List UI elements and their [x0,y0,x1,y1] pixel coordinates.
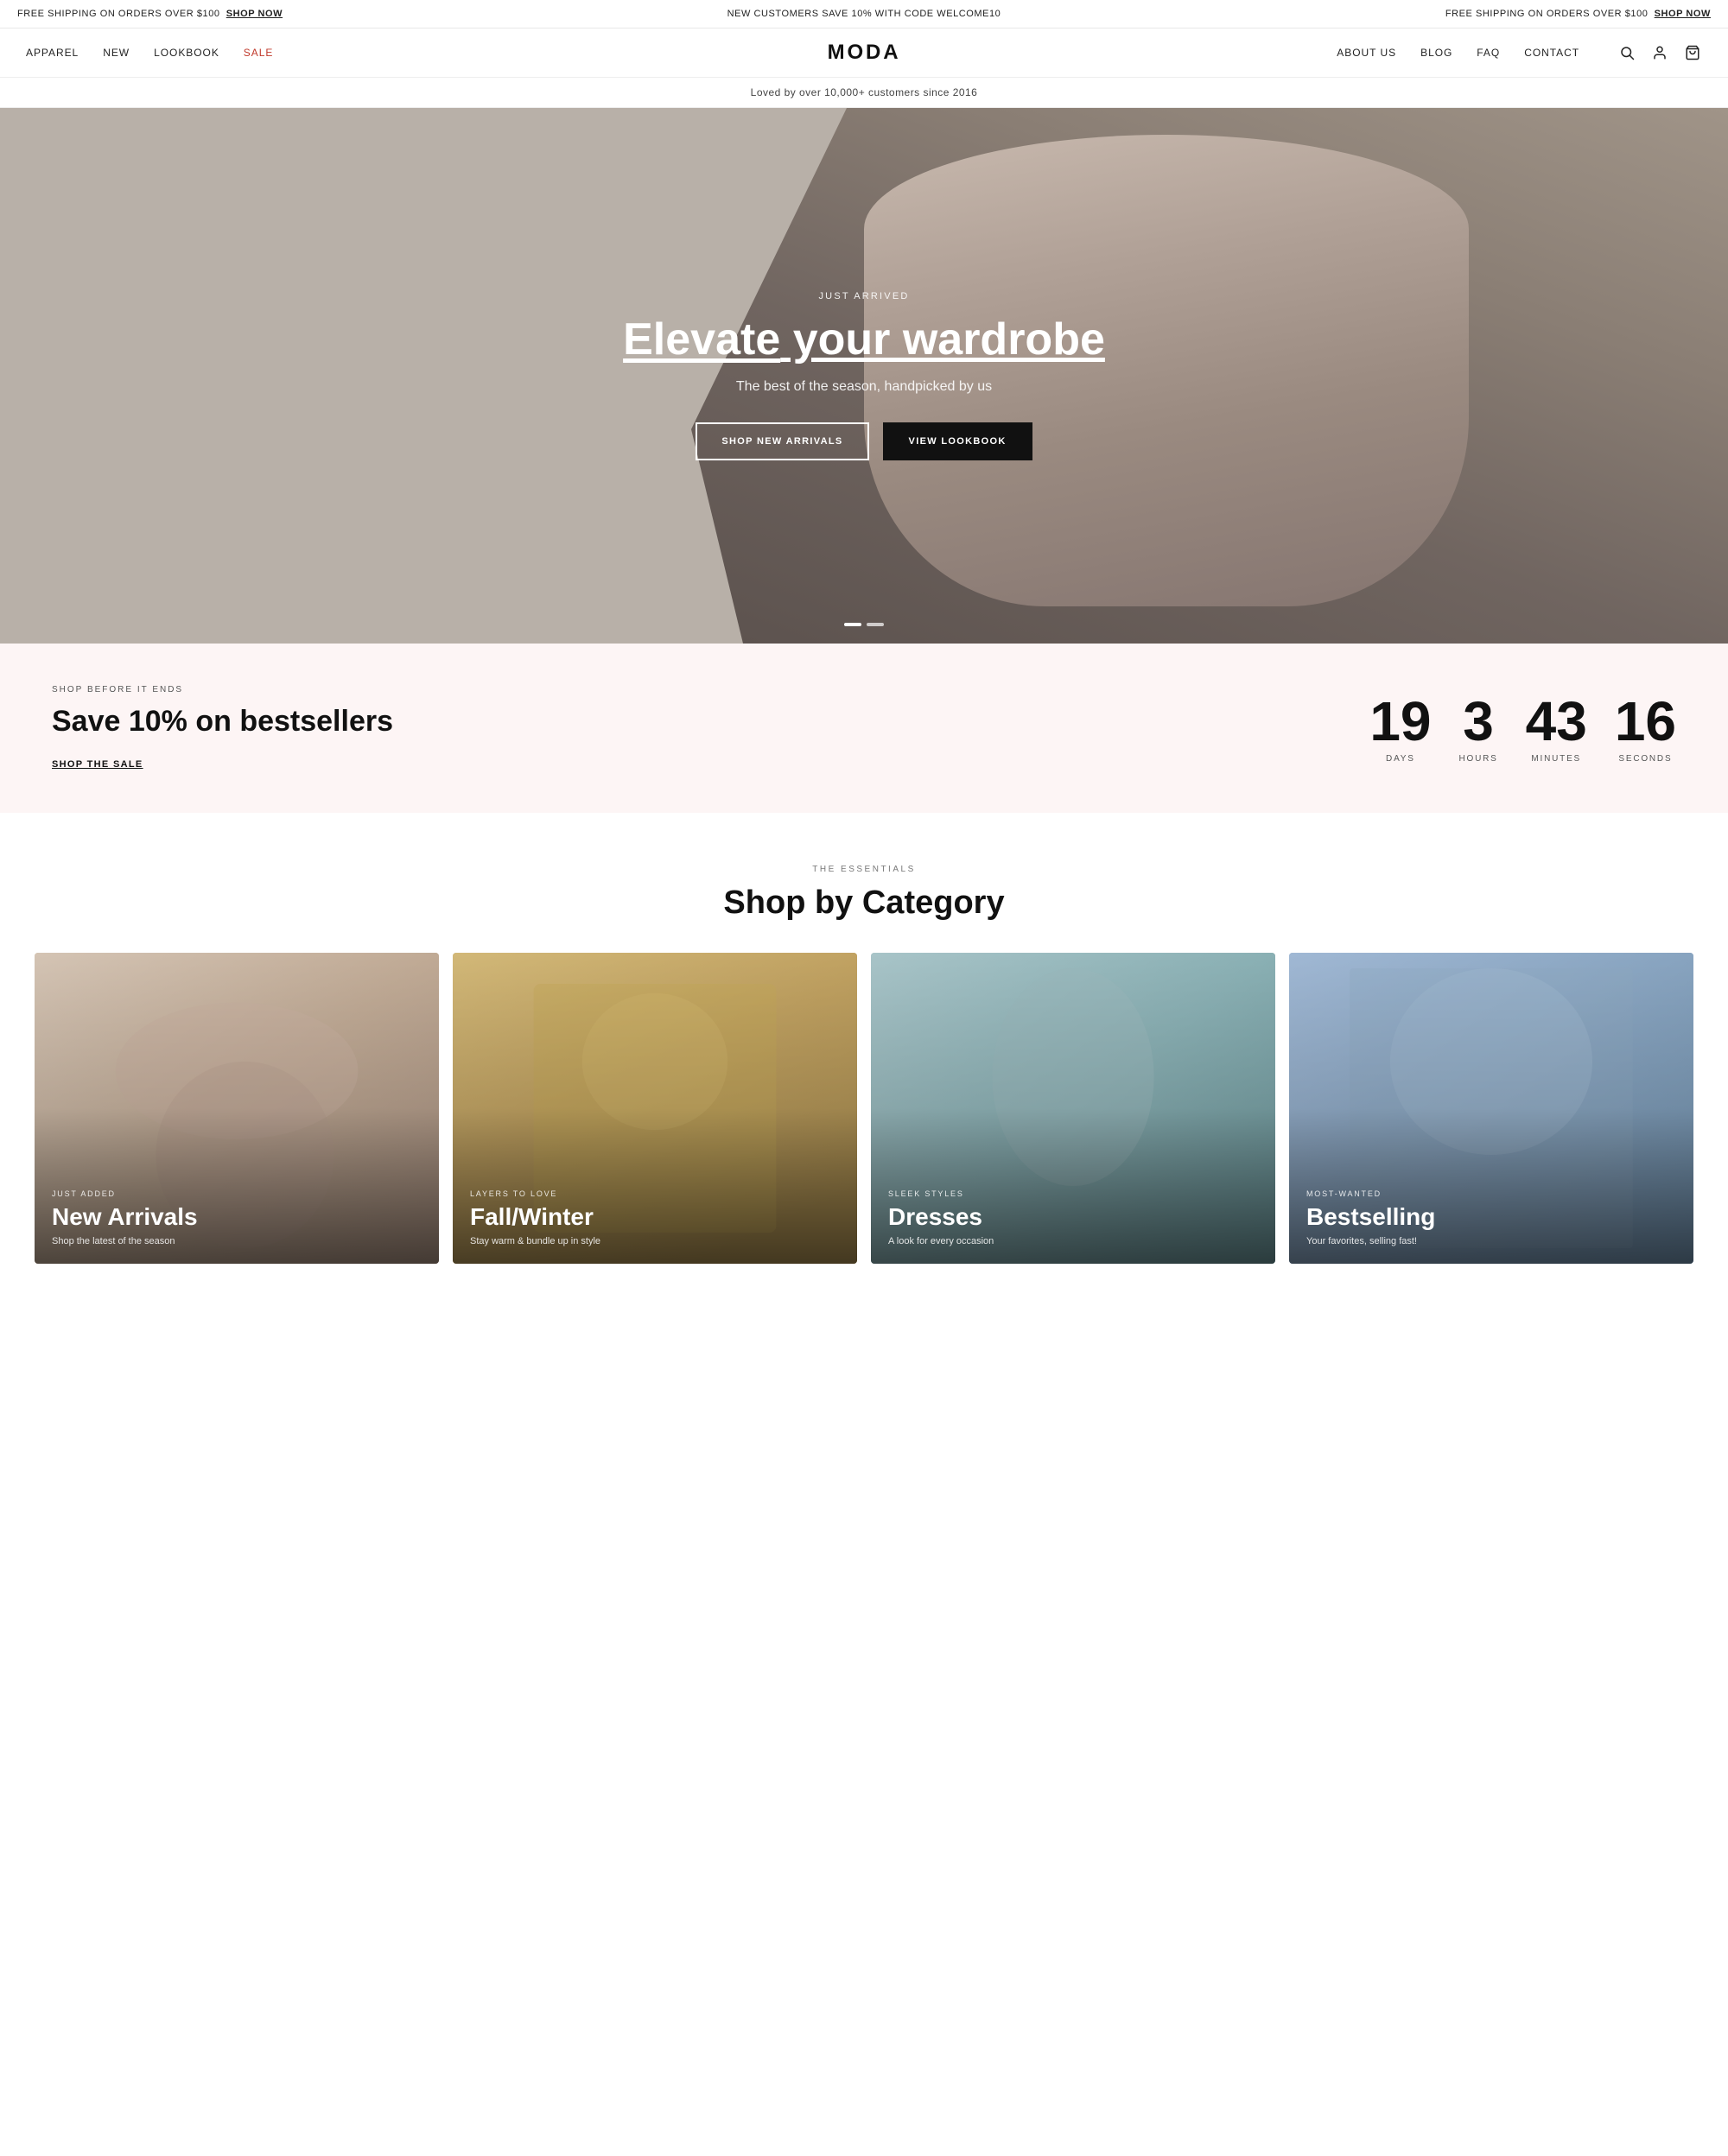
site-logo[interactable]: MODA [585,41,1144,65]
announcement-right-link[interactable]: SHOP NOW [1655,9,1711,19]
announcement-left: FREE SHIPPING ON ORDERS OVER $100 SHOP N… [17,9,581,19]
sub-banner-text: Loved by over 10,000+ customers since 20… [751,86,978,98]
announcement-right-text: FREE SHIPPING ON ORDERS OVER $100 [1445,9,1649,19]
countdown-days-label: DAYS [1369,754,1431,764]
countdown-minutes-label: MINUTES [1526,754,1587,764]
nav-faq[interactable]: FAQ [1477,47,1500,59]
countdown-hours-value: 3 [1459,694,1498,749]
nav-right-links: ABOUT US BLOG FAQ CONTACT [1143,43,1702,62]
sub-banner: Loved by over 10,000+ customers since 20… [0,78,1728,108]
category-section: THE ESSENTIALS Shop by Category [0,813,1728,1316]
announcement-left-text: FREE SHIPPING ON ORDERS OVER $100 [17,9,220,19]
hero-dots [844,623,884,626]
category-card-fall-winter[interactable]: LAYERS TO LOVE Fall/Winter Stay warm & b… [453,953,857,1264]
cart-icon[interactable] [1683,43,1702,62]
announcement-bar: FREE SHIPPING ON ORDERS OVER $100 SHOP N… [0,0,1728,29]
category-name-new-arrivals: New Arrivals [52,1203,422,1231]
category-card-bestselling[interactable]: MOST-WANTED Bestselling Your favorites, … [1289,953,1693,1264]
shop-new-arrivals-button[interactable]: SHOP NEW ARRIVALS [696,422,868,460]
nav-about[interactable]: ABOUT US [1337,47,1396,59]
countdown-hours: 3 HOURS [1459,694,1498,764]
countdown-hours-label: HOURS [1459,754,1498,764]
hero-buttons: SHOP NEW ARRIVALS VIEW LOOKBOOK [623,422,1105,460]
countdown-days: 19 DAYS [1369,694,1431,764]
category-name-fall-winter: Fall/Winter [470,1203,840,1231]
countdown: 19 DAYS 3 HOURS 43 MINUTES 16 SECONDS [1369,694,1676,764]
hero-title-rest: your wardrobe [780,314,1105,365]
nav-new[interactable]: NEW [103,47,130,59]
nav-left-links: APPAREL NEW LOOKBOOK SALE [26,47,585,59]
announcement-left-link[interactable]: SHOP NOW [226,9,283,19]
announcement-center-text: NEW CUSTOMERS SAVE 10% WITH CODE WELCOME… [727,9,1001,19]
search-icon[interactable] [1617,43,1636,62]
hero-dot-1[interactable] [844,623,861,626]
hero-title: Elevate your wardrobe [623,315,1105,365]
hero-title-underline: Elevate [623,314,780,365]
category-card-dresses[interactable]: SLEEK STYLES Dresses A look for every oc… [871,953,1275,1264]
countdown-minutes-value: 43 [1526,694,1587,749]
category-desc-new-arrivals: Shop the latest of the season [52,1236,422,1246]
sale-left: SHOP BEFORE IT ENDS Save 10% on bestsell… [52,685,393,771]
nav-contact[interactable]: CONTACT [1524,47,1579,59]
nav-apparel[interactable]: APPAREL [26,47,79,59]
category-section-title: Shop by Category [35,885,1693,922]
countdown-days-value: 19 [1369,694,1431,749]
category-grid: JUST ADDED New Arrivals Shop the latest … [35,953,1693,1264]
sale-section: SHOP BEFORE IT ENDS Save 10% on bestsell… [0,644,1728,813]
view-lookbook-button[interactable]: VIEW LOOKBOOK [883,422,1032,460]
category-name-dresses: Dresses [888,1203,1258,1231]
hero-dot-2[interactable] [867,623,884,626]
category-content-bestselling: MOST-WANTED Bestselling Your favorites, … [1306,1189,1676,1246]
countdown-seconds-value: 16 [1615,694,1676,749]
category-desc-dresses: A look for every occasion [888,1236,1258,1246]
account-icon[interactable] [1650,43,1669,62]
category-card-new-arrivals[interactable]: JUST ADDED New Arrivals Shop the latest … [35,953,439,1264]
hero-eyebrow: JUST ARRIVED [623,291,1105,301]
hero-subtitle: The best of the season, handpicked by us [623,379,1105,395]
hero-section: JUST ARRIVED Elevate your wardrobe The b… [0,108,1728,644]
category-eyebrow-dresses: SLEEK STYLES [888,1189,1258,1198]
category-content-fall-winter: LAYERS TO LOVE Fall/Winter Stay warm & b… [470,1189,840,1246]
sale-eyebrow: SHOP BEFORE IT ENDS [52,685,393,694]
main-nav: APPAREL NEW LOOKBOOK SALE MODA ABOUT US … [0,29,1728,78]
category-name-bestselling: Bestselling [1306,1203,1676,1231]
category-desc-fall-winter: Stay warm & bundle up in style [470,1236,840,1246]
nav-sale[interactable]: SALE [244,47,274,59]
category-eyebrow-fall-winter: LAYERS TO LOVE [470,1189,840,1198]
sale-title: Save 10% on bestsellers [52,705,393,739]
countdown-seconds: 16 SECONDS [1615,694,1676,764]
nav-lookbook[interactable]: LOOKBOOK [154,47,219,59]
category-eyebrow-bestselling: MOST-WANTED [1306,1189,1676,1198]
category-desc-bestselling: Your favorites, selling fast! [1306,1236,1676,1246]
announcement-right: FREE SHIPPING ON ORDERS OVER $100 SHOP N… [1147,9,1711,19]
category-content-dresses: SLEEK STYLES Dresses A look for every oc… [888,1189,1258,1246]
category-content-new-arrivals: JUST ADDED New Arrivals Shop the latest … [52,1189,422,1246]
countdown-minutes: 43 MINUTES [1526,694,1587,764]
category-eyebrow-new-arrivals: JUST ADDED [52,1189,422,1198]
shop-the-sale-link[interactable]: SHOP THE SALE [52,759,143,770]
countdown-seconds-label: SECONDS [1615,754,1676,764]
nav-icons [1617,43,1702,62]
announcement-center: NEW CUSTOMERS SAVE 10% WITH CODE WELCOME… [581,9,1146,19]
nav-blog[interactable]: BLOG [1420,47,1452,59]
hero-content: JUST ARRIVED Elevate your wardrobe The b… [606,291,1122,460]
category-section-eyebrow: THE ESSENTIALS [35,865,1693,874]
